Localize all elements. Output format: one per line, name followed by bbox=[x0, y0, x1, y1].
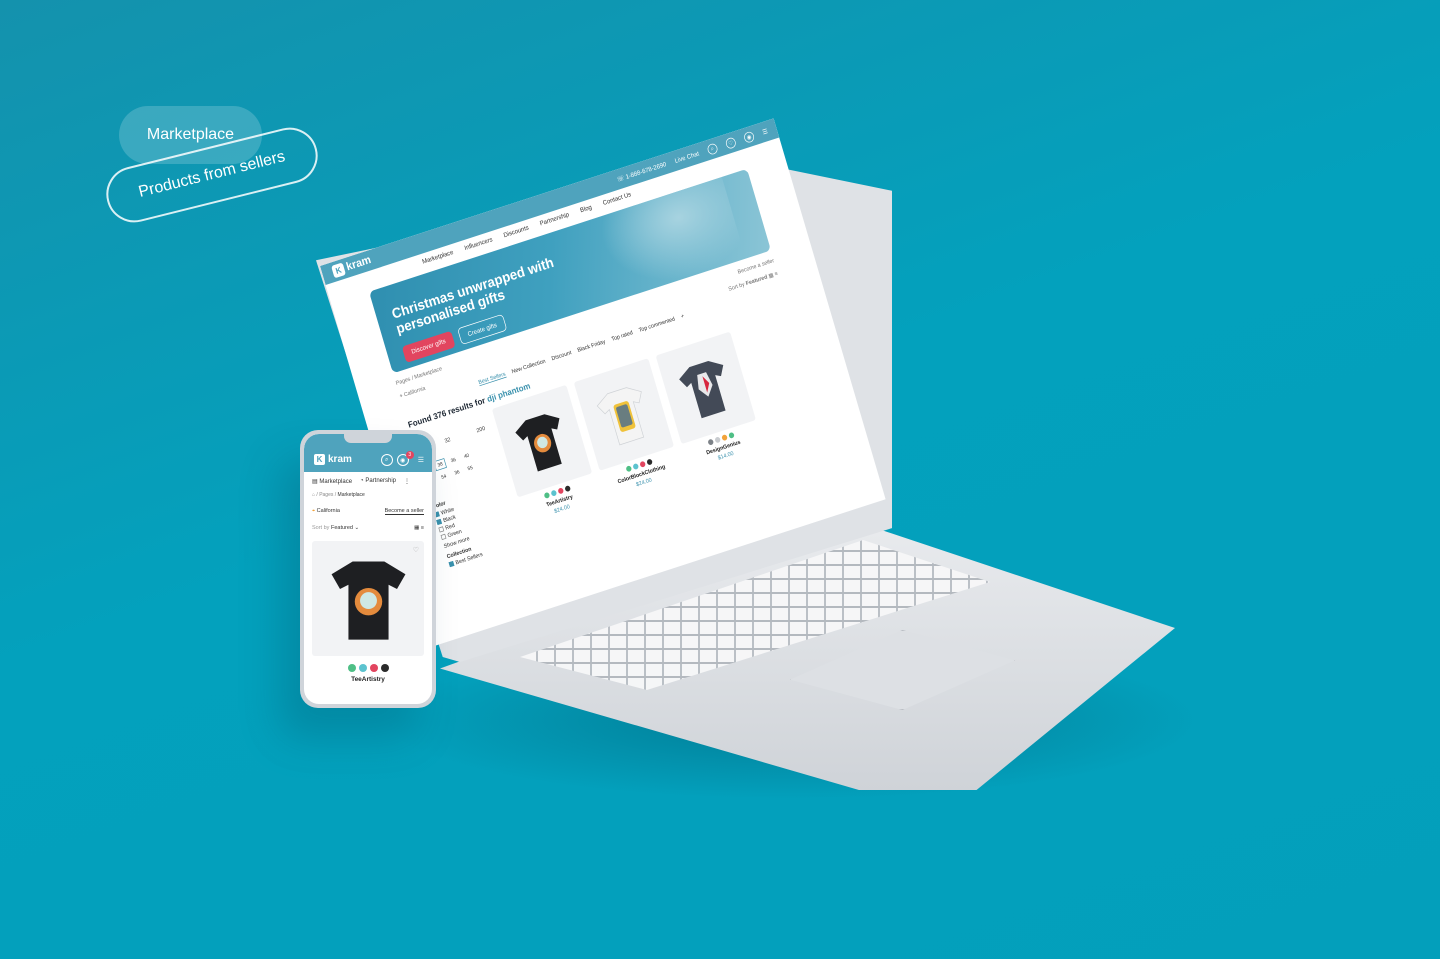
phone-logo-text: kram bbox=[328, 454, 352, 465]
size-option[interactable]: 36 bbox=[450, 466, 464, 479]
logo-icon: K bbox=[331, 262, 347, 279]
nav-partnership-label: Partnership bbox=[365, 478, 397, 484]
location-text: California bbox=[316, 508, 340, 514]
menu-icon[interactable]: ☰ bbox=[761, 127, 768, 136]
logo-icon: K bbox=[314, 454, 325, 465]
swatch[interactable] bbox=[727, 431, 735, 439]
swatch[interactable] bbox=[645, 458, 653, 466]
cart-icon[interactable]: ◉ bbox=[742, 130, 756, 144]
swatch[interactable] bbox=[347, 664, 356, 672]
swatch[interactable] bbox=[707, 438, 714, 446]
marketplace-pill-label: Marketplace bbox=[146, 126, 235, 143]
swatch[interactable] bbox=[714, 436, 721, 444]
swatch[interactable] bbox=[550, 489, 557, 497]
sort-label: Sort by bbox=[312, 525, 330, 531]
black-tshirt-icon bbox=[331, 561, 405, 640]
breadcrumb-pages[interactable]: Pages bbox=[319, 492, 333, 498]
location-selector[interactable]: ⌖ California bbox=[312, 508, 340, 515]
swatch[interactable] bbox=[632, 463, 639, 471]
sort-control[interactable]: Sort by Featured ⌄ bbox=[312, 525, 359, 531]
become-seller-link[interactable]: Become a seller bbox=[384, 508, 424, 515]
product-name[interactable]: TeeArtistry bbox=[304, 676, 432, 683]
size-option[interactable]: 36 bbox=[447, 454, 461, 467]
swatch[interactable] bbox=[358, 664, 367, 672]
white-tshirt-icon bbox=[596, 387, 645, 446]
menu-icon[interactable]: ☰ bbox=[418, 456, 424, 464]
size-option[interactable]: 54 bbox=[437, 470, 451, 483]
nav-blog[interactable]: Blog bbox=[579, 203, 594, 218]
search-icon[interactable]: ⌕ bbox=[706, 142, 719, 156]
phone-screen: Kkram ⌕ ◉ 3 ☰ ▤ Marketplace ◔ Partnershi… bbox=[304, 434, 432, 704]
phone-notch bbox=[344, 434, 392, 443]
view-toggle-icon[interactable]: ▦ ≡ bbox=[414, 525, 424, 531]
product-image[interactable] bbox=[573, 358, 675, 471]
phone-nav: ▤ Marketplace ◔ Partnership ⋮ bbox=[304, 472, 432, 485]
heart-icon[interactable]: ♡ bbox=[724, 136, 737, 150]
breadcrumb: ⌂ / Pages / Marketplace bbox=[312, 492, 365, 498]
grey-tshirt-icon bbox=[679, 360, 726, 419]
phone-header: Kkram ⌕ ◉ 3 ☰ bbox=[304, 434, 432, 472]
swatch[interactable] bbox=[380, 664, 389, 672]
nav-marketplace[interactable]: ▤ Marketplace bbox=[312, 478, 352, 485]
swatch[interactable] bbox=[639, 460, 646, 468]
swatch[interactable] bbox=[369, 664, 378, 672]
swatch[interactable] bbox=[625, 465, 632, 473]
nav-partnership[interactable]: ◔ Partnership bbox=[360, 478, 396, 485]
price-value: 32 bbox=[443, 436, 452, 445]
search-icon[interactable]: ⌕ bbox=[380, 454, 393, 466]
product-image[interactable] bbox=[491, 384, 593, 498]
swatch[interactable] bbox=[720, 434, 728, 442]
size-option[interactable]: 55 bbox=[463, 462, 477, 475]
heart-icon[interactable]: ♡ bbox=[413, 546, 419, 554]
color-swatches bbox=[304, 664, 432, 672]
size-option[interactable]: 40 bbox=[460, 449, 474, 462]
phone-device: Kkram ⌕ ◉ 3 ☰ ▤ Marketplace ◔ Partnershi… bbox=[300, 430, 436, 708]
sort-value: Featured bbox=[330, 525, 353, 531]
nav-marketplace-label: Marketplace bbox=[319, 479, 353, 485]
product-image[interactable] bbox=[655, 331, 756, 445]
swatch[interactable] bbox=[543, 491, 550, 500]
phone-logo[interactable]: Kkram bbox=[314, 454, 352, 465]
more-icon[interactable]: ⋮ bbox=[404, 478, 410, 485]
black-tshirt-icon bbox=[515, 414, 562, 472]
add-tab-icon[interactable]: + bbox=[680, 313, 685, 321]
price-max: 200 bbox=[475, 424, 486, 434]
breadcrumb-current: Marketplace bbox=[337, 492, 365, 498]
swatch[interactable] bbox=[564, 485, 571, 493]
live-chat-link[interactable]: Live Chat bbox=[674, 150, 700, 165]
swatch[interactable] bbox=[557, 487, 564, 495]
product-image[interactable]: ♡ bbox=[312, 541, 424, 656]
cart-badge: 3 bbox=[405, 451, 414, 459]
